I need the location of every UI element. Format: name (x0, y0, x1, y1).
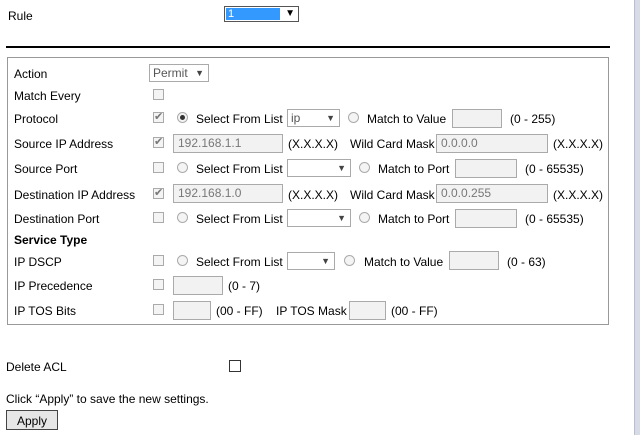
destination-ip-checkbox[interactable] (153, 186, 164, 199)
rule-label: Rule (8, 9, 33, 23)
protocol-value-input[interactable] (452, 109, 502, 128)
protocol-label: Protocol (14, 112, 59, 126)
source-port-match-to-port-radio[interactable] (359, 162, 370, 173)
ip-tos-label: IP TOS Bits (14, 304, 77, 318)
source-ip-format: (X.X.X.X) (288, 137, 339, 151)
ip-dscp-list-select[interactable]: ▼ (287, 252, 335, 270)
ip-dscp-match-to-value-label: Match to Value (364, 255, 444, 269)
destination-wildcard-label: Wild Card Mask (350, 188, 435, 202)
destination-port-select-from-list-label: Select From List (196, 212, 283, 226)
protocol-checkbox[interactable] (153, 110, 164, 123)
ip-tos-mask-label: IP TOS Mask (276, 304, 347, 318)
source-wildcard-label: Wild Card Mask (350, 137, 435, 151)
ip-dscp-select-from-list-label: Select From List (196, 255, 283, 269)
destination-ip-label: Destination IP Address (14, 188, 136, 202)
destination-port-match-to-port-label: Match to Port (378, 212, 450, 226)
destination-wildcard-format: (X.X.X.X) (553, 188, 604, 202)
apply-hint: Click “Apply” to save the new settings. (6, 392, 209, 406)
destination-wildcard-input[interactable]: 0.0.0.255 (436, 184, 548, 203)
source-port-list-select[interactable]: ▼ (287, 159, 351, 177)
source-port-select-from-list-label: Select From List (196, 162, 283, 176)
protocol-match-to-value-radio[interactable] (348, 112, 359, 123)
chevron-down-icon: ▼ (337, 213, 346, 223)
destination-port-checkbox[interactable] (153, 212, 164, 223)
source-ip-checkbox[interactable] (153, 135, 164, 148)
source-wildcard-format: (X.X.X.X) (553, 137, 604, 151)
destination-port-label: Destination Port (14, 212, 100, 226)
protocol-select-from-list-radio[interactable] (177, 112, 188, 123)
ip-dscp-label: IP DSCP (14, 255, 62, 269)
protocol-range: (0 - 255) (510, 112, 556, 126)
rule-select-value: 1 (226, 8, 280, 20)
ip-tos-mask-input[interactable] (349, 301, 386, 320)
ip-dscp-value-input[interactable] (449, 251, 499, 270)
source-port-select-from-list-radio[interactable] (177, 162, 188, 173)
destination-port-list-select[interactable]: ▼ (287, 209, 351, 227)
action-select-value: Permit (153, 66, 188, 80)
destination-port-match-to-port-radio[interactable] (359, 212, 370, 223)
source-port-match-to-port-label: Match to Port (378, 162, 450, 176)
ip-tos-input[interactable] (173, 301, 211, 320)
ip-precedence-checkbox[interactable] (153, 279, 164, 290)
destination-port-value-input[interactable] (455, 209, 517, 228)
match-every-label: Match Every (14, 89, 81, 103)
action-label: Action (14, 67, 48, 81)
destination-port-select-from-list-radio[interactable] (177, 212, 188, 223)
window-edge (634, 0, 640, 435)
apply-button[interactable]: Apply (6, 410, 58, 430)
destination-ip-input[interactable]: 192.168.1.0 (173, 184, 283, 203)
chevron-down-icon: ▼ (195, 68, 204, 78)
source-port-label: Source Port (14, 162, 78, 176)
action-select[interactable]: Permit ▼ (149, 64, 209, 82)
divider (6, 46, 610, 48)
ip-dscp-match-to-value-radio[interactable] (344, 255, 355, 266)
ip-dscp-range: (0 - 63) (507, 255, 546, 269)
protocol-match-to-value-label: Match to Value (367, 112, 447, 126)
ip-dscp-select-from-list-radio[interactable] (177, 255, 188, 266)
protocol-select-from-list-label: Select From List (196, 112, 283, 126)
ip-dscp-checkbox[interactable] (153, 255, 164, 266)
chevron-down-icon: ▼ (326, 113, 335, 123)
match-every-checkbox[interactable] (153, 89, 164, 100)
protocol-list-select[interactable]: ip ▼ (287, 109, 340, 127)
chevron-down-icon: ▼ (337, 163, 346, 173)
rule-select[interactable]: 1 ▼ (224, 6, 299, 22)
ip-tos-mask-range: (00 - FF) (391, 304, 438, 318)
ip-precedence-input[interactable] (173, 276, 223, 295)
delete-acl-checkbox[interactable] (229, 360, 241, 372)
chevron-down-icon: ▼ (285, 8, 295, 19)
ip-tos-range: (00 - FF) (216, 304, 263, 318)
source-ip-input[interactable]: 192.168.1.1 (173, 134, 283, 153)
protocol-list-value: ip (291, 111, 301, 125)
ip-tos-checkbox[interactable] (153, 304, 164, 315)
delete-acl-label: Delete ACL (6, 360, 67, 374)
source-port-checkbox[interactable] (153, 162, 164, 173)
source-ip-label: Source IP Address (14, 137, 114, 151)
destination-ip-format: (X.X.X.X) (288, 188, 339, 202)
source-port-value-input[interactable] (455, 159, 517, 178)
ip-precedence-range: (0 - 7) (228, 279, 261, 293)
source-wildcard-input[interactable]: 0.0.0.0 (436, 134, 548, 153)
source-port-range: (0 - 65535) (525, 162, 584, 176)
destination-port-range: (0 - 65535) (525, 212, 584, 226)
service-type-heading: Service Type (14, 233, 88, 247)
ip-precedence-label: IP Precedence (14, 279, 93, 293)
chevron-down-icon: ▼ (321, 256, 330, 266)
